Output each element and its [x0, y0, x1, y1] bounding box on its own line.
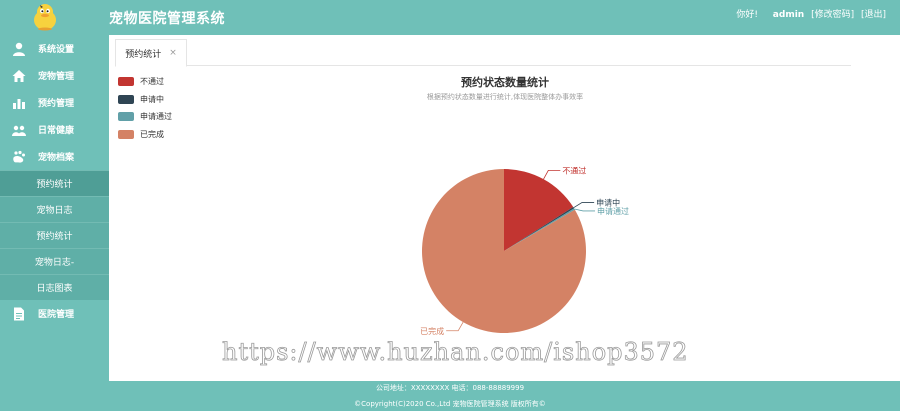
user-icon — [12, 42, 26, 56]
sidebar-subitem-pet-log[interactable]: 宠物日志 — [0, 196, 109, 222]
sidebar: 系统设置 宠物管理 预约管理 日常健康 宠物档案 预约统计 宠物日志 预约统计 … — [0, 35, 109, 381]
main-content: 预约统计 × 不通过 申请中 申请通过 已完成 预约状态数量统计 根据预约状态数… — [109, 35, 900, 381]
sidebar-subitem-pet-log-2[interactable]: 宠物日志- — [0, 248, 109, 274]
greeting-text: 你好! — [736, 10, 758, 20]
bar-chart-icon — [12, 96, 26, 110]
document-icon — [12, 307, 26, 321]
label-leader-line — [446, 321, 464, 332]
pie-slice-label: 不通过 — [562, 165, 586, 175]
footer-copyright: ©Copyright(C)2020 Co.,Ltd 宠物医院管理系统 版权所有© — [354, 400, 546, 408]
sidebar-subitem-appointment-stats[interactable]: 预约统计 — [0, 170, 109, 196]
pet-archive-icon — [12, 150, 26, 164]
sidebar-item-label: 医院管理 — [38, 310, 75, 320]
sidebar-item-appointment-management[interactable]: 预约管理 — [0, 89, 109, 116]
sidebar-item-label: 系统设置 — [38, 45, 75, 55]
sidebar-item-label: 宠物档案 — [38, 153, 75, 163]
home-icon — [12, 69, 26, 83]
sidebar-item-system-settings[interactable]: 系统设置 — [0, 35, 109, 62]
top-header: 宠物医院管理系统 你好! admin [修改密码] [退出] — [0, 0, 900, 35]
user-bar: 你好! admin [修改密码] [退出] — [732, 7, 886, 20]
sidebar-item-daily-health[interactable]: 日常健康 — [0, 116, 109, 143]
label-leader-line — [543, 169, 561, 180]
pie-chart: 不通过申请中申请通过已完成 — [420, 165, 629, 336]
sidebar-item-hospital-management[interactable]: 医院管理 — [0, 300, 109, 327]
app-title: 宠物医院管理系统 — [109, 11, 225, 27]
watermark: https://www.huzhan.com/ishop3572 — [222, 338, 689, 367]
sidebar-item-label: 宠物管理 — [38, 72, 75, 82]
users-icon — [12, 123, 26, 137]
logout-link[interactable]: [退出] — [861, 10, 886, 20]
sidebar-subitem-log-charts[interactable]: 日志图表 — [0, 274, 109, 300]
label-leader-line — [574, 208, 596, 212]
sidebar-item-label: 日常健康 — [38, 126, 75, 136]
pie-slice-label: 已完成 — [420, 326, 444, 336]
footer: 公司地址：XXXXXXXX 电话：088-88889999 ©Copyright… — [0, 381, 900, 411]
sidebar-item-label: 预约管理 — [38, 99, 75, 109]
change-password-link[interactable]: [修改密码] — [811, 10, 854, 20]
duck-logo-icon — [34, 4, 56, 31]
sidebar-item-pet-management[interactable]: 宠物管理 — [0, 62, 109, 89]
label-leader-line — [573, 202, 595, 209]
username-text: admin — [772, 10, 805, 20]
sidebar-subitem-appointment-stats-2[interactable]: 预约统计 — [0, 222, 109, 248]
footer-address: 公司地址：XXXXXXXX 电话：088-88889999 — [375, 384, 525, 392]
sidebar-item-pet-archive[interactable]: 宠物档案 — [0, 143, 109, 170]
pie-slice-label: 申请通过 — [597, 206, 629, 216]
